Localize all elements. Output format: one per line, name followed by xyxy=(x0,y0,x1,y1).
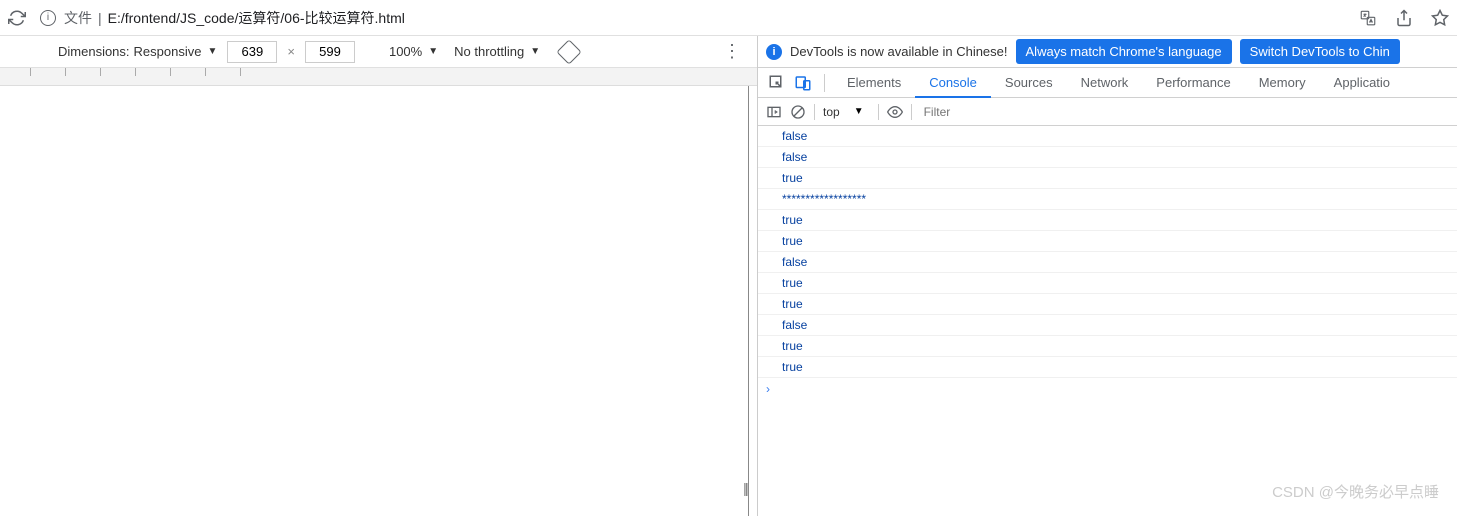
tab-console[interactable]: Console xyxy=(915,68,991,98)
reload-icon[interactable] xyxy=(8,9,26,27)
always-match-button[interactable]: Always match Chrome's language xyxy=(1016,39,1232,64)
chevron-down-icon: ▼ xyxy=(854,106,864,117)
devtools-panel: i DevTools is now available in Chinese! … xyxy=(758,36,1457,516)
url-path: E:/frontend/JS_code/运算符/06-比较运算符.html xyxy=(108,8,405,28)
inspect-icon[interactable] xyxy=(768,74,786,92)
eye-icon[interactable] xyxy=(887,104,903,120)
console-output: false false true ****************** true… xyxy=(758,126,1457,516)
throttling-select[interactable]: No throttling xyxy=(454,44,524,59)
console-log-row: true xyxy=(758,210,1457,231)
console-log-row: false xyxy=(758,147,1457,168)
clear-console-icon[interactable] xyxy=(790,104,806,120)
tab-elements[interactable]: Elements xyxy=(833,68,915,98)
device-mode-select[interactable]: Responsive xyxy=(134,44,202,59)
tab-application[interactable]: Applicatio xyxy=(1320,68,1404,98)
zoom-select[interactable]: 100% xyxy=(389,44,422,59)
console-log-row: true xyxy=(758,168,1457,189)
more-menu-icon[interactable]: ⋮ xyxy=(723,41,741,62)
language-infobar: i DevTools is now available in Chinese! … xyxy=(758,36,1457,68)
infobar-message: DevTools is now available in Chinese! xyxy=(790,44,1008,59)
translate-icon[interactable] xyxy=(1359,9,1377,27)
tab-network[interactable]: Network xyxy=(1067,68,1143,98)
info-circle-icon: i xyxy=(766,44,782,60)
console-log-row: true xyxy=(758,273,1457,294)
console-log-row: false xyxy=(758,126,1457,147)
width-input[interactable] xyxy=(227,41,277,63)
console-log-row: false xyxy=(758,252,1457,273)
context-select[interactable]: top xyxy=(823,105,840,119)
rotate-icon[interactable] xyxy=(556,39,581,64)
sidebar-toggle-icon[interactable] xyxy=(766,104,782,120)
console-log-row: ****************** xyxy=(758,189,1457,210)
tab-sources[interactable]: Sources xyxy=(991,68,1067,98)
url-separator: | xyxy=(98,10,102,26)
switch-devtools-button[interactable]: Switch DevTools to Chin xyxy=(1240,39,1400,64)
tab-memory[interactable]: Memory xyxy=(1245,68,1320,98)
tab-performance[interactable]: Performance xyxy=(1142,68,1244,98)
console-log-row: true xyxy=(758,357,1457,378)
device-toolbar: Dimensions: Responsive ▼ × 100% ▼ No thr… xyxy=(0,36,757,68)
console-log-row: true xyxy=(758,336,1457,357)
filter-input[interactable] xyxy=(920,103,1449,121)
url-scheme-label: 文件 xyxy=(64,8,92,28)
console-toolbar: top ▼ xyxy=(758,98,1457,126)
console-log-row: false xyxy=(758,315,1457,336)
height-input[interactable] xyxy=(305,41,355,63)
console-log-row: true xyxy=(758,294,1457,315)
console-log-row: true xyxy=(758,231,1457,252)
device-toggle-icon[interactable] xyxy=(794,74,812,92)
viewport-area xyxy=(0,86,749,516)
chevron-down-icon: ▼ xyxy=(428,46,438,57)
address-bar: i 文件 | E:/frontend/JS_code/运算符/06-比较运算符.… xyxy=(0,0,1457,36)
star-icon[interactable] xyxy=(1431,9,1449,27)
dimensions-label: Dimensions: xyxy=(58,44,130,59)
device-preview-panel: Dimensions: Responsive ▼ × 100% ▼ No thr… xyxy=(0,36,758,516)
resize-handle[interactable]: ||| xyxy=(743,480,748,496)
console-prompt[interactable]: › xyxy=(758,378,1457,400)
chevron-down-icon: ▼ xyxy=(207,46,217,57)
info-icon[interactable]: i xyxy=(40,10,56,26)
ruler xyxy=(0,68,757,86)
devtools-tabs: Elements Console Sources Network Perform… xyxy=(758,68,1457,98)
dimension-times: × xyxy=(287,44,295,59)
share-icon[interactable] xyxy=(1395,9,1413,27)
chevron-down-icon: ▼ xyxy=(530,46,540,57)
